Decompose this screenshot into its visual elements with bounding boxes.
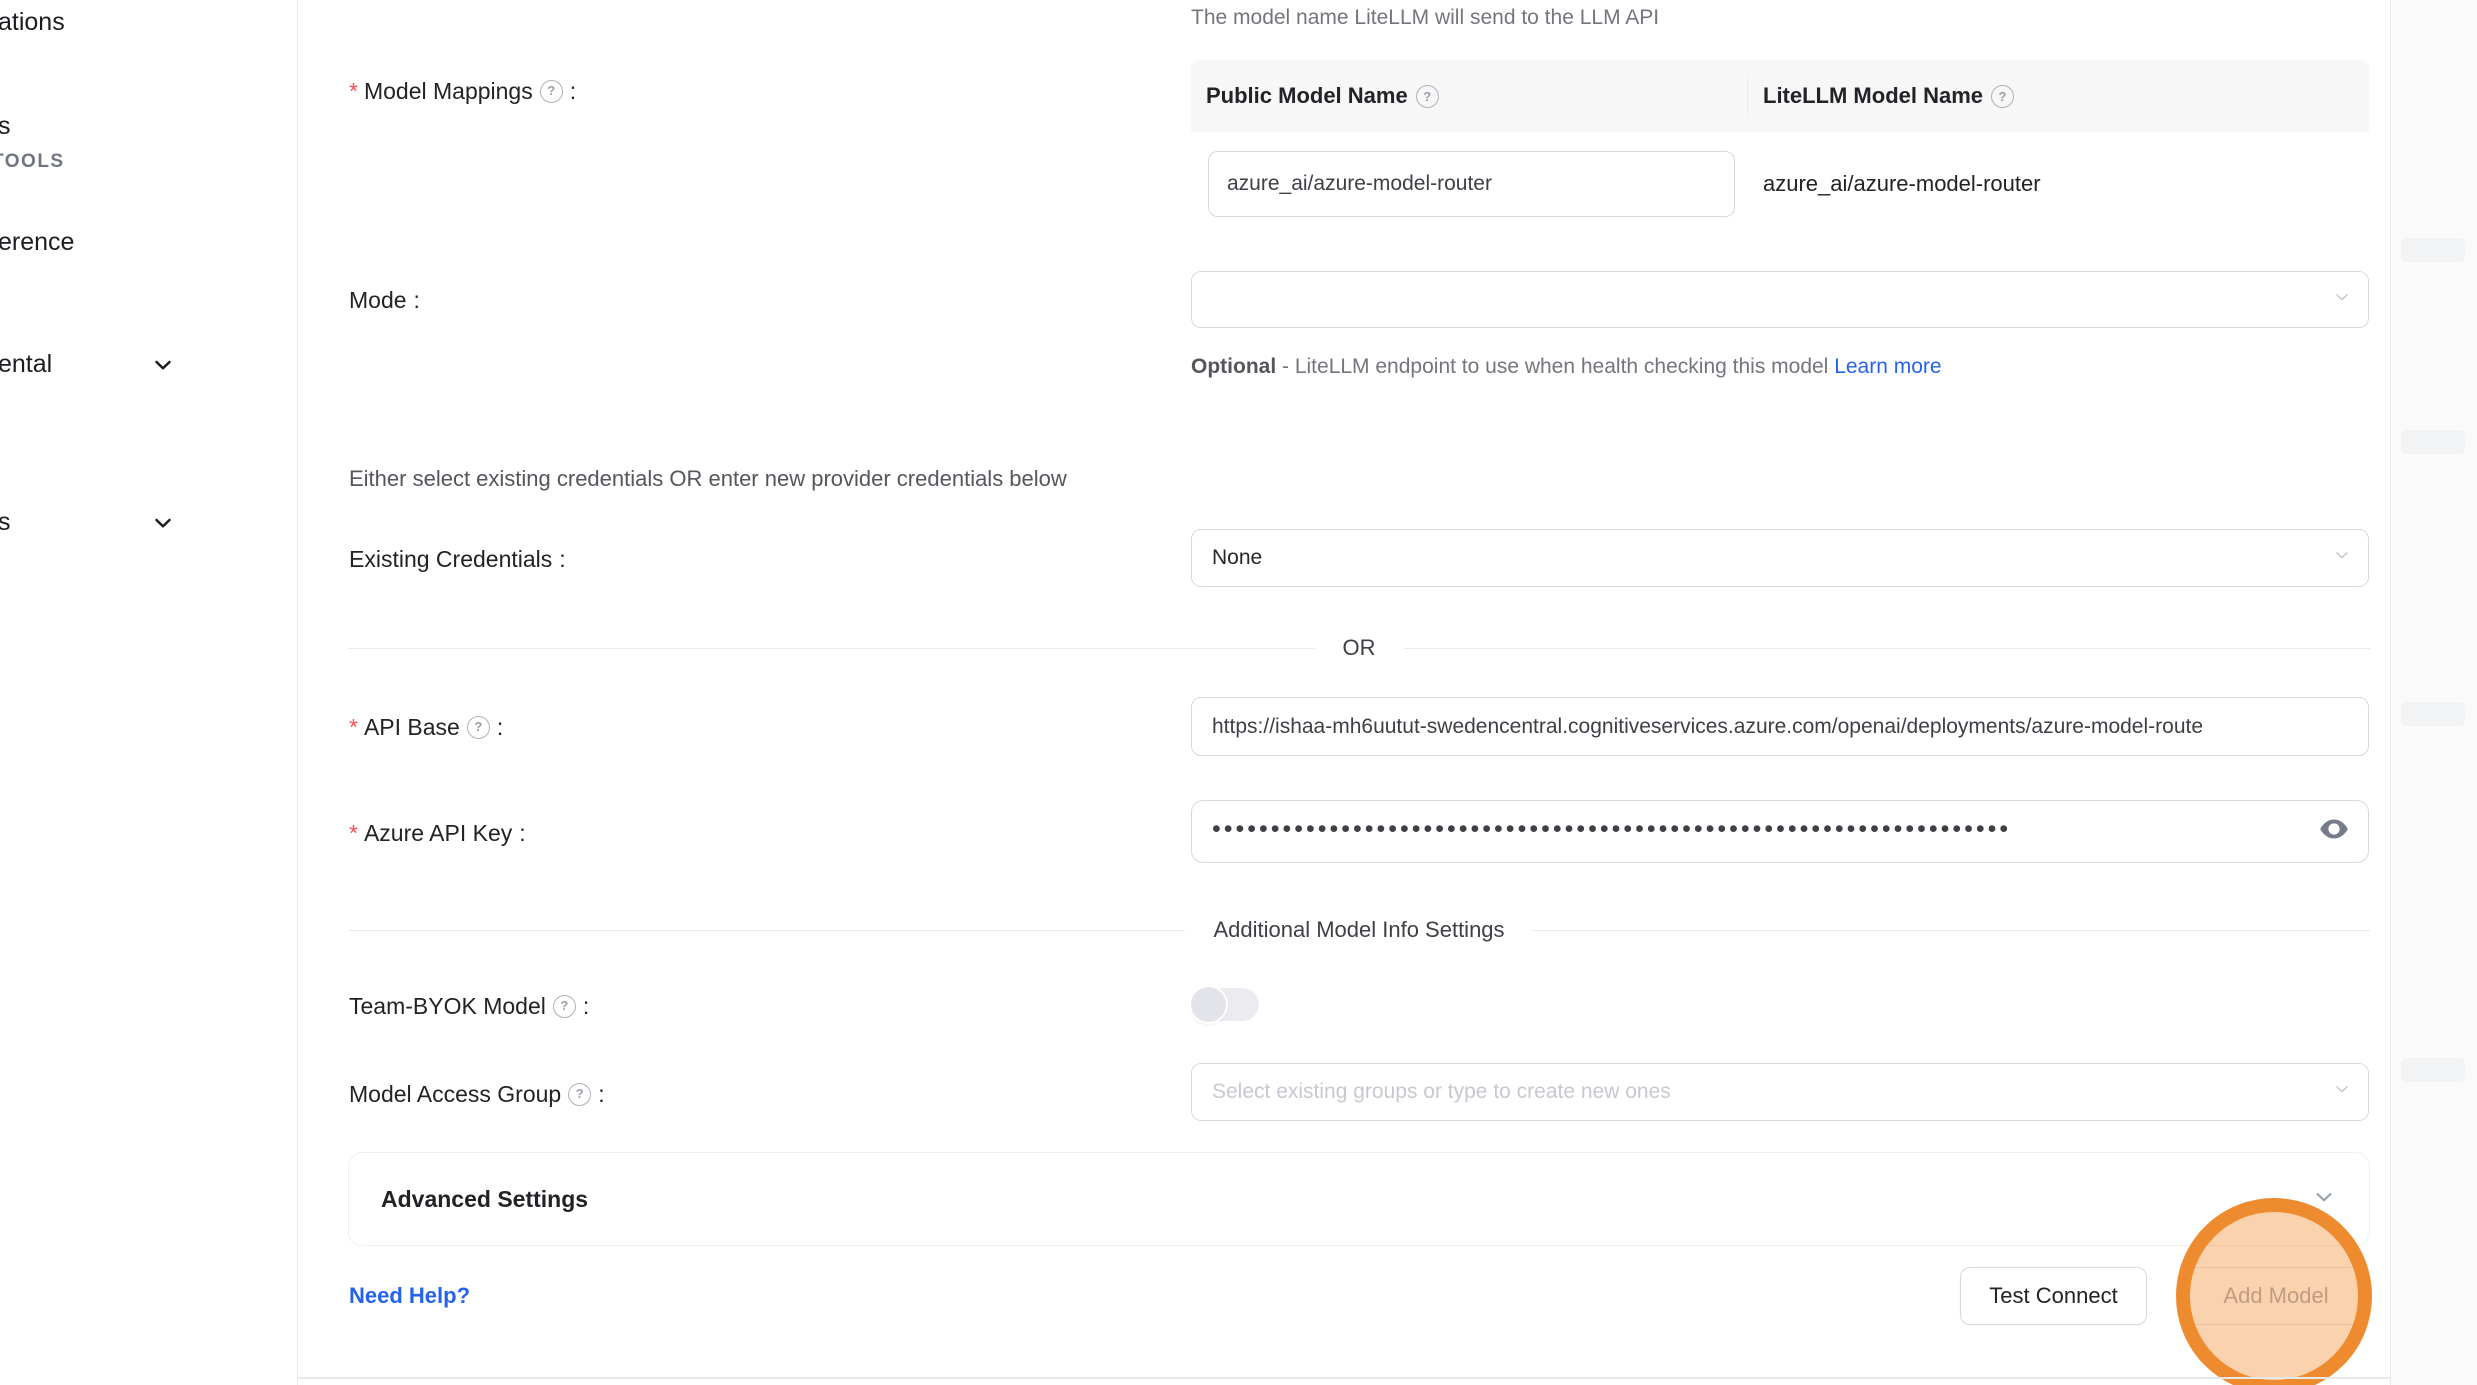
chevron-down-icon[interactable] — [150, 510, 176, 541]
existing-credentials-select[interactable]: None — [1191, 529, 2369, 587]
learn-more-link[interactable]: Learn more — [1834, 355, 1941, 378]
sidebar-item-s1[interactable]: s — [0, 110, 11, 142]
mode-helper-text: Optional - LiteLLM endpoint to use when … — [1191, 347, 2003, 387]
sidebar: ations s TOOLS erence ental s — [0, 0, 298, 1385]
modal-bottom-border — [297, 1377, 2477, 1379]
mode-select[interactable] — [1191, 271, 2369, 328]
credentials-note: Either select existing credentials OR en… — [349, 463, 1067, 495]
help-icon[interactable]: ? — [540, 80, 563, 103]
help-icon[interactable]: ? — [1991, 85, 2014, 108]
mode-label: Mode: — [349, 284, 420, 316]
masked-password-dots: ••••••••••••••••••••••••••••••••••••••••… — [1212, 815, 2011, 844]
sidebar-item-ations[interactable]: ations — [0, 6, 65, 38]
eye-icon[interactable] — [2318, 816, 2350, 848]
additional-info-divider: Additional Model Info Settings — [348, 917, 2370, 943]
help-icon[interactable]: ? — [1416, 85, 1439, 108]
team-byok-label: Team-BYOK Model ? : — [349, 990, 589, 1022]
azure-api-key-input[interactable]: ••••••••••••••••••••••••••••••••••••••••… — [1191, 800, 2369, 863]
test-connect-button[interactable]: Test Connect — [1960, 1267, 2147, 1325]
sidebar-item-erence[interactable]: erence — [0, 226, 74, 258]
required-asterisk: * — [349, 817, 358, 849]
sidebar-item-s2[interactable]: s — [0, 506, 11, 538]
chevron-down-icon — [2332, 1079, 2352, 1105]
model-access-group-label: Model Access Group ? : — [349, 1078, 605, 1110]
chevron-down-icon — [2311, 1184, 2337, 1215]
sidebar-section-tools: TOOLS — [0, 150, 65, 174]
toggle-knob — [1191, 987, 1226, 1022]
advanced-settings-title: Advanced Settings — [381, 1186, 588, 1213]
need-help-link[interactable]: Need Help? — [349, 1283, 470, 1309]
page-background-strip — [2390, 0, 2477, 1385]
help-icon[interactable]: ? — [553, 995, 576, 1018]
background-blur-bar — [2401, 238, 2465, 262]
model-access-group-select[interactable]: Select existing groups or type to create… — [1191, 1063, 2369, 1121]
add-model-form-screen: ations s TOOLS erence ental s The model … — [0, 0, 2477, 1385]
model-mappings-table: Public Model Name ? LiteLLM Model Name ?… — [1191, 60, 2369, 236]
add-model-button[interactable]: Add Model — [2186, 1267, 2366, 1325]
azure-api-key-label: * Azure API Key : — [349, 817, 526, 849]
public-model-name-input[interactable]: azure_ai/azure-model-router — [1208, 151, 1735, 217]
existing-credentials-label: Existing Credentials: — [349, 543, 566, 575]
team-byok-toggle[interactable] — [1193, 988, 1259, 1021]
help-icon[interactable]: ? — [568, 1083, 591, 1106]
public-model-name-header: Public Model Name ? — [1191, 74, 1748, 118]
advanced-settings-panel[interactable]: Advanced Settings — [348, 1152, 2370, 1246]
chevron-down-icon — [2332, 287, 2352, 313]
chevron-down-icon[interactable] — [150, 352, 176, 383]
background-blur-bar — [2401, 430, 2465, 454]
or-divider: OR — [348, 635, 2370, 661]
litellm-model-name-helper: The model name LiteLLM will send to the … — [1191, 2, 1659, 34]
litellm-model-name-header: LiteLLM Model Name ? — [1748, 83, 2369, 109]
chevron-down-icon — [2332, 545, 2352, 571]
table-row: azure_ai/azure-model-router azure_ai/azu… — [1191, 132, 2369, 236]
required-asterisk: * — [349, 711, 358, 743]
model-mappings-label: * Model Mappings ? : — [349, 75, 576, 107]
sidebar-item-ental[interactable]: ental — [0, 348, 52, 380]
litellm-model-name-value: azure_ai/azure-model-router — [1763, 171, 2041, 197]
help-icon[interactable]: ? — [467, 716, 490, 739]
table-header-row: Public Model Name ? LiteLLM Model Name ? — [1191, 60, 2369, 132]
api-base-input[interactable]: https://ishaa-mh6uutut-swedencentral.cog… — [1191, 697, 2369, 756]
required-asterisk: * — [349, 75, 358, 107]
background-blur-bar — [2401, 702, 2465, 726]
api-base-label: * API Base ? : — [349, 711, 503, 743]
background-blur-bar — [2401, 1058, 2465, 1082]
